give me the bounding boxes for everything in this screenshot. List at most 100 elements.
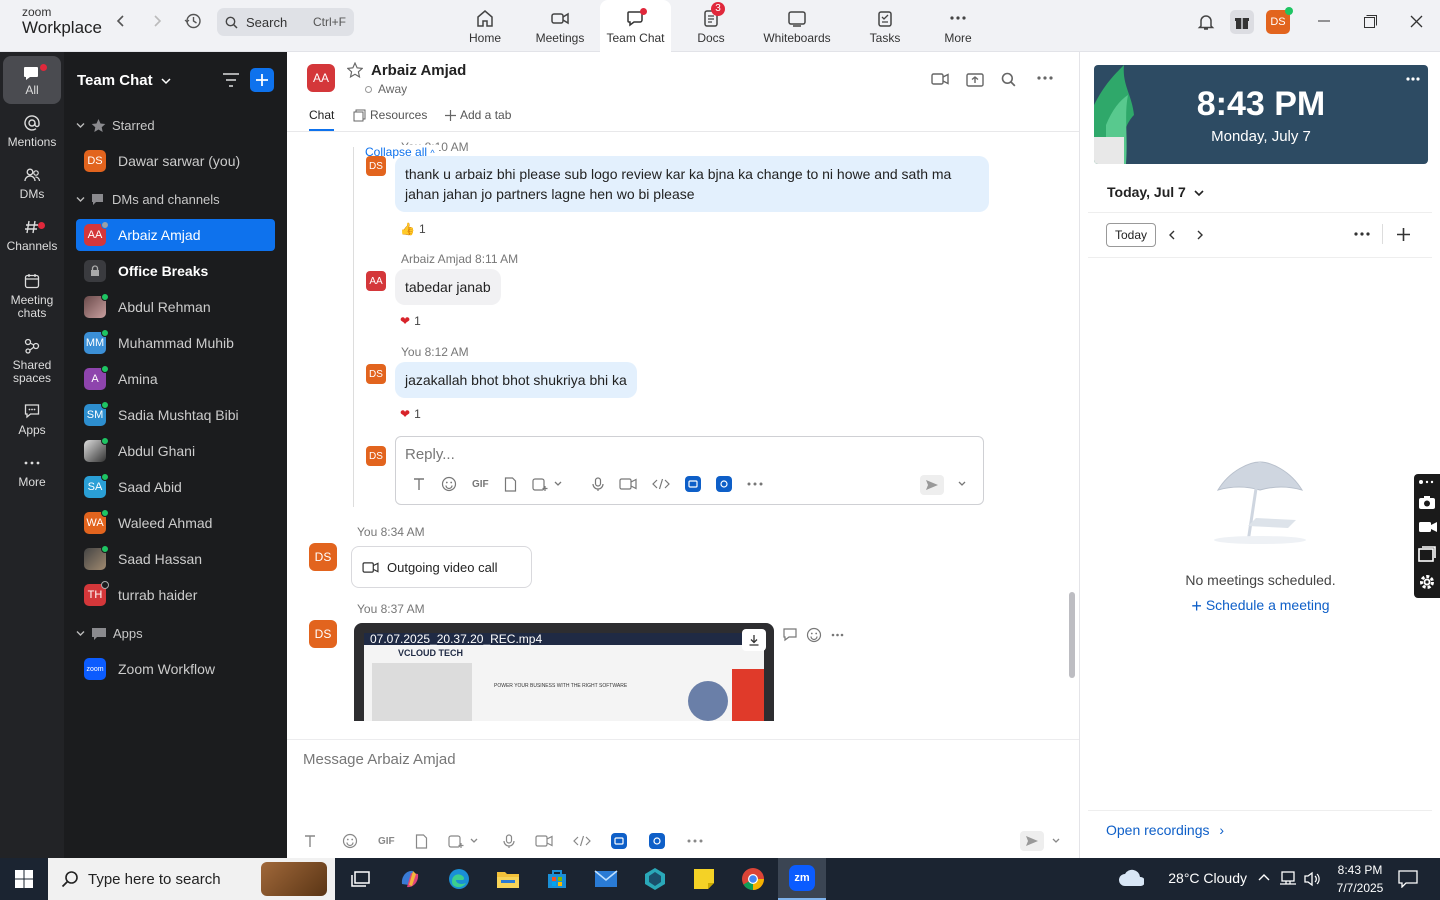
microphone-icon[interactable] bbox=[592, 476, 604, 492]
section-dms[interactable]: DMs and channels bbox=[76, 192, 220, 207]
nav-tasks[interactable]: Tasks bbox=[849, 0, 921, 52]
text-format-icon[interactable] bbox=[412, 477, 426, 491]
sidebar-item-waleed-ahmad[interactable]: WA Waleed Ahmad bbox=[76, 507, 275, 539]
chevron-left-icon[interactable] bbox=[1168, 230, 1176, 240]
more-options-icon[interactable] bbox=[1406, 77, 1420, 81]
file-icon[interactable] bbox=[415, 833, 428, 849]
windows-start-icon[interactable] bbox=[0, 858, 48, 900]
taskbar-search[interactable]: Type here to search bbox=[48, 858, 335, 900]
app-diamond-icon[interactable] bbox=[631, 858, 679, 900]
sidebar-item-saad-abid[interactable]: SA Saad Abid bbox=[76, 471, 275, 503]
copilot-icon[interactable] bbox=[386, 858, 434, 900]
filter-icon[interactable] bbox=[222, 72, 240, 88]
rail-meeting-chats[interactable]: Meeting chats bbox=[0, 272, 64, 320]
video-attachment[interactable]: VCLOUD TECH POWER YOUR BUSINESS WITH THE… bbox=[354, 623, 774, 721]
more-options-icon[interactable] bbox=[1037, 76, 1053, 80]
weather-text[interactable]: 28°C Cloudy bbox=[1168, 870, 1247, 886]
microsoft-store-icon[interactable] bbox=[533, 858, 581, 900]
reply-thread-icon[interactable] bbox=[782, 627, 798, 642]
network-icon[interactable] bbox=[1279, 871, 1297, 887]
rail-more[interactable]: More bbox=[0, 454, 64, 489]
video-message-icon[interactable] bbox=[535, 834, 553, 848]
maximize-icon[interactable] bbox=[1364, 15, 1377, 28]
settings-gear-icon[interactable] bbox=[1418, 573, 1436, 591]
video-record-icon[interactable] bbox=[1418, 520, 1438, 534]
window-icon[interactable] bbox=[1418, 546, 1436, 562]
history-icon[interactable] bbox=[184, 12, 202, 30]
search-box[interactable]: Search Ctrl+F bbox=[217, 8, 354, 36]
rail-all[interactable]: All bbox=[3, 56, 61, 104]
date-selector[interactable]: Today, Jul 7 bbox=[1107, 184, 1204, 200]
star-outline-icon[interactable] bbox=[347, 62, 363, 78]
reaction-thumbs-up[interactable]: 👍 1 bbox=[400, 222, 426, 236]
add-reaction-icon[interactable] bbox=[806, 627, 822, 643]
sidebar-item-sadia-mushtaq-bibi[interactable]: SM Sadia Mushtaq Bibi bbox=[76, 399, 275, 431]
sidebar-item-abdul-ghani[interactable]: Abdul Ghani bbox=[76, 435, 275, 467]
sidebar-item-abdul-rehman[interactable]: Abdul Rehman bbox=[76, 291, 275, 323]
sidebar-item-arbaiz-amjad[interactable]: AA Arbaiz Amjad bbox=[76, 219, 275, 251]
zoom-app-icon[interactable] bbox=[648, 833, 665, 849]
camera-icon[interactable] bbox=[1418, 494, 1436, 510]
reaction-heart[interactable]: ❤ 1 bbox=[400, 407, 421, 421]
chevron-right-icon[interactable] bbox=[1196, 230, 1204, 240]
nav-home[interactable]: Home bbox=[449, 0, 521, 52]
chrome-browser-icon[interactable] bbox=[729, 858, 777, 900]
taskbar-clock-date[interactable]: 7/7/2025 bbox=[1330, 881, 1390, 895]
code-icon[interactable] bbox=[572, 835, 591, 847]
tab-add[interactable]: Add a tab bbox=[445, 108, 511, 122]
sidebar-item-saad-hassan[interactable]: Saad Hassan bbox=[76, 543, 275, 575]
chevron-down-icon[interactable] bbox=[554, 481, 562, 487]
gift-icon[interactable] bbox=[1230, 10, 1254, 34]
section-starred[interactable]: Starred bbox=[76, 118, 155, 133]
more-options-icon[interactable] bbox=[831, 633, 844, 637]
gif-icon[interactable]: GIF bbox=[378, 836, 395, 847]
chevron-up-icon[interactable] bbox=[1258, 873, 1270, 881]
share-screen-icon[interactable] bbox=[966, 72, 984, 88]
search-icon[interactable] bbox=[1001, 72, 1016, 87]
message-composer[interactable]: Message Arbaiz Amjad GIF bbox=[287, 739, 1079, 858]
text-format-icon[interactable] bbox=[303, 834, 317, 848]
rail-mentions[interactable]: Mentions bbox=[0, 114, 64, 149]
outgoing-call-card[interactable]: Outgoing video call bbox=[351, 546, 532, 588]
new-chat-plus-button[interactable] bbox=[250, 68, 274, 92]
screenshot-icon[interactable] bbox=[448, 834, 464, 849]
sidebar-item-zoom-workflow[interactable]: zoom Zoom Workflow bbox=[76, 653, 275, 685]
app-integration-icon[interactable] bbox=[610, 833, 627, 849]
rail-shared-spaces[interactable]: Shared spaces bbox=[0, 337, 64, 385]
gif-icon[interactable]: GIF bbox=[472, 479, 489, 490]
nav-docs[interactable]: 3 Docs bbox=[675, 0, 747, 52]
edge-browser-icon[interactable] bbox=[435, 858, 483, 900]
forward-arrow-icon[interactable] bbox=[150, 14, 164, 28]
chevron-down-icon[interactable] bbox=[958, 481, 966, 487]
mail-icon[interactable] bbox=[582, 858, 630, 900]
peer-name[interactable]: Arbaiz Amjad bbox=[371, 62, 466, 79]
screenshot-icon[interactable] bbox=[532, 477, 548, 492]
zoom-app-icon[interactable] bbox=[715, 476, 732, 492]
nav-more[interactable]: More bbox=[922, 0, 994, 52]
file-explorer-icon[interactable] bbox=[484, 858, 532, 900]
open-recordings-link[interactable]: Open recordings › bbox=[1106, 822, 1224, 838]
tab-resources[interactable]: Resources bbox=[353, 108, 427, 122]
sticky-notes-icon[interactable] bbox=[680, 858, 728, 900]
nav-whiteboards[interactable]: Whiteboards bbox=[761, 0, 833, 52]
profile-avatar[interactable]: DS bbox=[1266, 7, 1293, 34]
sidebar-item-office-breaks[interactable]: Office Breaks bbox=[76, 255, 275, 287]
bell-icon[interactable] bbox=[1196, 12, 1216, 32]
sidebar-item-self[interactable]: DS Dawar sarwar (you) bbox=[76, 145, 275, 177]
minimize-icon[interactable] bbox=[1318, 20, 1330, 22]
link-icon[interactable] bbox=[1418, 477, 1436, 487]
nav-team-chat[interactable]: Team Chat bbox=[600, 0, 671, 52]
send-icon[interactable] bbox=[1020, 831, 1044, 851]
task-view-icon[interactable] bbox=[337, 858, 385, 900]
back-arrow-icon[interactable] bbox=[114, 14, 128, 28]
app-integration-icon[interactable] bbox=[684, 476, 701, 492]
rail-channels[interactable]: Channels bbox=[0, 218, 64, 253]
download-icon[interactable] bbox=[742, 629, 766, 651]
sidebar-item-amina[interactable]: A Amina bbox=[76, 363, 275, 395]
rail-dms[interactable]: DMs bbox=[0, 166, 64, 201]
tab-chat[interactable]: Chat bbox=[309, 108, 335, 131]
more-dots-icon[interactable] bbox=[747, 482, 763, 486]
schedule-meeting-link[interactable]: + Schedule a meeting bbox=[1080, 596, 1440, 617]
cloudy-weather-icon[interactable] bbox=[1118, 869, 1144, 887]
more-options-icon[interactable] bbox=[1354, 232, 1370, 236]
